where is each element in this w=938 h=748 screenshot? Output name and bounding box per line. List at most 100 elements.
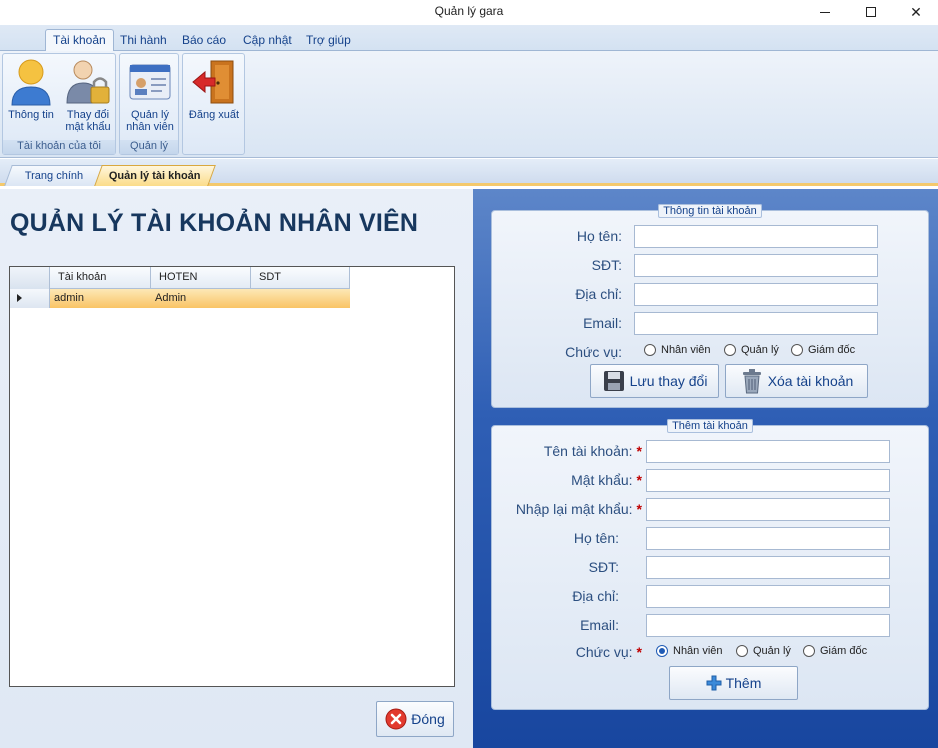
info-sdt-label: SĐT: [591, 257, 622, 273]
thay-doi-mat-khau-label: Thay đổi mật khẩu [65, 109, 111, 133]
add-account-group: Thêm tài khoản Tên tài khoản: * Mật khẩu:… [491, 419, 929, 710]
info-role-giam-doc-label: Giám đốc [808, 344, 856, 356]
cell-tai-khoan[interactable]: admin [50, 289, 151, 308]
document-tab-strip: Trang chính Quản lý tài khoản [0, 159, 938, 186]
close-window-button[interactable]: ✕ [893, 0, 938, 24]
info-email-input[interactable] [634, 312, 878, 335]
add-nhaplai-text: Nhập lại mật khẩu: [515, 501, 633, 517]
radio-icon [803, 645, 815, 657]
table-row[interactable]: admin Admin [10, 289, 350, 308]
staff-card-icon [129, 64, 171, 100]
add-email-input[interactable] [646, 614, 890, 637]
radio-icon [736, 645, 748, 657]
lock-user-icon [66, 60, 110, 104]
cell-sdt[interactable] [251, 289, 350, 308]
column-sdt[interactable]: SDT [251, 267, 350, 289]
close-button-label: Đóng [411, 711, 445, 727]
tab-bao-cao[interactable]: Báo cáo [175, 30, 233, 51]
add-matkhau-input[interactable] [646, 469, 890, 492]
add-role-giam-doc[interactable]: Giám đốc [803, 645, 867, 657]
maximize-button[interactable] [848, 0, 894, 24]
add-email-label: Email: [580, 617, 619, 633]
title-bar: Quản lý gara ✕ [0, 0, 938, 24]
add-tentk-label: Tên tài khoản: * [492, 443, 642, 459]
info-hoten-label: Họ tên: [576, 228, 622, 244]
add-role-quan-ly[interactable]: Quản lý [736, 645, 791, 657]
column-hoten[interactable]: HOTEN [151, 267, 251, 289]
add-matkhau-text: Mật khẩu: [571, 472, 633, 488]
add-matkhau-label: Mật khẩu: * [492, 472, 642, 488]
add-diachi-label: Địa chỉ: [572, 588, 619, 604]
column-tai-khoan[interactable]: Tài khoản [50, 267, 151, 289]
info-role-quan-ly-label: Quản lý [741, 344, 779, 356]
row-selector[interactable] [10, 289, 50, 308]
info-role-quan-ly[interactable]: Quản lý [724, 344, 779, 356]
account-info-group-title: Thông tin tài khoản [658, 204, 762, 218]
add-sdt-input[interactable] [646, 556, 890, 579]
minimize-icon [820, 11, 830, 13]
info-role-nhan-vien[interactable]: Nhân viên [644, 344, 711, 356]
trash-icon [742, 369, 761, 394]
info-email-label: Email: [583, 315, 622, 331]
group-dang-xuat: Đăng xuất [182, 53, 245, 155]
tab-tro-giup[interactable]: Trợ giúp [299, 30, 358, 51]
add-sdt-label: SĐT: [588, 559, 619, 575]
tab-thi-hanh[interactable]: Thi hành [113, 30, 174, 51]
add-nhaplai-input[interactable] [646, 498, 890, 521]
radio-icon [644, 344, 656, 356]
grid-header: Tài khoản HOTEN SDT [10, 267, 350, 289]
account-grid[interactable]: Tài khoản HOTEN SDT admin Admin [9, 266, 455, 687]
ribbon-tab-strip: Tài khoản Thi hành Báo cáo Cập nhật Trợ … [0, 25, 938, 52]
info-role-giam-doc[interactable]: Giám đốc [791, 344, 855, 356]
account-list-panel: QUẢN LÝ TÀI KHOẢN NHÂN VIÊN Tài khoản HO… [0, 189, 473, 748]
group-tai-khoan-cua-toi: Thông tin Thay đổi mật khẩu Tài khoản củ… [2, 53, 116, 155]
info-sdt-input[interactable] [634, 254, 878, 277]
doc-tab-trang-chinh[interactable]: Trang chính [4, 165, 104, 186]
add-tentk-input[interactable] [646, 440, 890, 463]
thong-tin-button[interactable]: Thông tin [5, 57, 57, 121]
add-chucvu-label: Chức vụ: * [492, 644, 642, 660]
close-icon: ✕ [910, 4, 922, 20]
add-hoten-input[interactable] [646, 527, 890, 550]
tab-tai-khoan[interactable]: Tài khoản [45, 29, 114, 52]
info-hoten-input[interactable] [634, 225, 878, 248]
ribbon-panel: Thông tin Thay đổi mật khẩu Tài khoản củ… [0, 51, 938, 158]
dang-xuat-button[interactable]: Đăng xuất [185, 57, 243, 121]
add-account-group-title: Thêm tài khoản [667, 419, 753, 433]
tab-cap-nhat[interactable]: Cập nhật [236, 30, 299, 51]
add-role-nhan-vien[interactable]: Nhân viên [656, 645, 723, 657]
add-chucvu-text: Chức vụ: [575, 644, 633, 660]
group-label-quan-ly: Quản lý [120, 140, 178, 154]
logout-door-icon [192, 60, 234, 104]
quan-ly-nhan-vien-button[interactable]: Quản lý nhân viên [122, 57, 178, 133]
add-role-nhan-vien-label: Nhân viên [673, 645, 723, 657]
doc-tab-quan-ly-tai-khoan-label: Quản lý tài khoản [108, 170, 201, 182]
group-quan-ly: Quản lý nhân viên Quản lý [119, 53, 179, 155]
page-title: QUẢN LÝ TÀI KHOẢN NHÂN VIÊN [10, 209, 419, 237]
thay-doi-mat-khau-button[interactable]: Thay đổi mật khẩu [61, 57, 115, 133]
thong-tin-label: Thông tin [8, 109, 54, 121]
cell-hoten[interactable]: Admin [151, 289, 251, 308]
required-mark: * [636, 443, 642, 459]
account-form-panel: Thông tin tài khoản Họ tên: SĐT: Địa chỉ… [473, 189, 938, 748]
add-account-label: Thêm [725, 675, 762, 691]
delete-account-button[interactable]: Xóa tài khoản [725, 364, 868, 398]
grid-corner-cell[interactable] [10, 267, 50, 289]
quan-ly-nhan-vien-label: Quản lý nhân viên [126, 109, 174, 133]
add-role-quan-ly-label: Quản lý [753, 645, 791, 657]
minimize-button[interactable] [802, 0, 848, 24]
info-chucvu-label: Chức vụ: [565, 344, 622, 360]
add-hoten-label: Họ tên: [573, 530, 619, 546]
doc-tab-quan-ly-tai-khoan[interactable]: Quản lý tài khoản [94, 165, 216, 186]
required-mark: * [636, 644, 642, 660]
add-account-button[interactable]: Thêm [669, 666, 798, 700]
close-button[interactable]: Đóng [376, 701, 454, 737]
radio-selected-icon [656, 645, 668, 657]
info-diachi-input[interactable] [634, 283, 878, 306]
add-diachi-input[interactable] [646, 585, 890, 608]
doc-tab-trang-chinh-label: Trang chính [24, 170, 83, 182]
save-changes-button[interactable]: Lưu thay đổi [590, 364, 719, 398]
account-info-group: Thông tin tài khoản Họ tên: SĐT: Địa chỉ… [491, 204, 929, 408]
required-mark: * [636, 501, 642, 517]
add-role-giam-doc-label: Giám đốc [820, 645, 868, 657]
